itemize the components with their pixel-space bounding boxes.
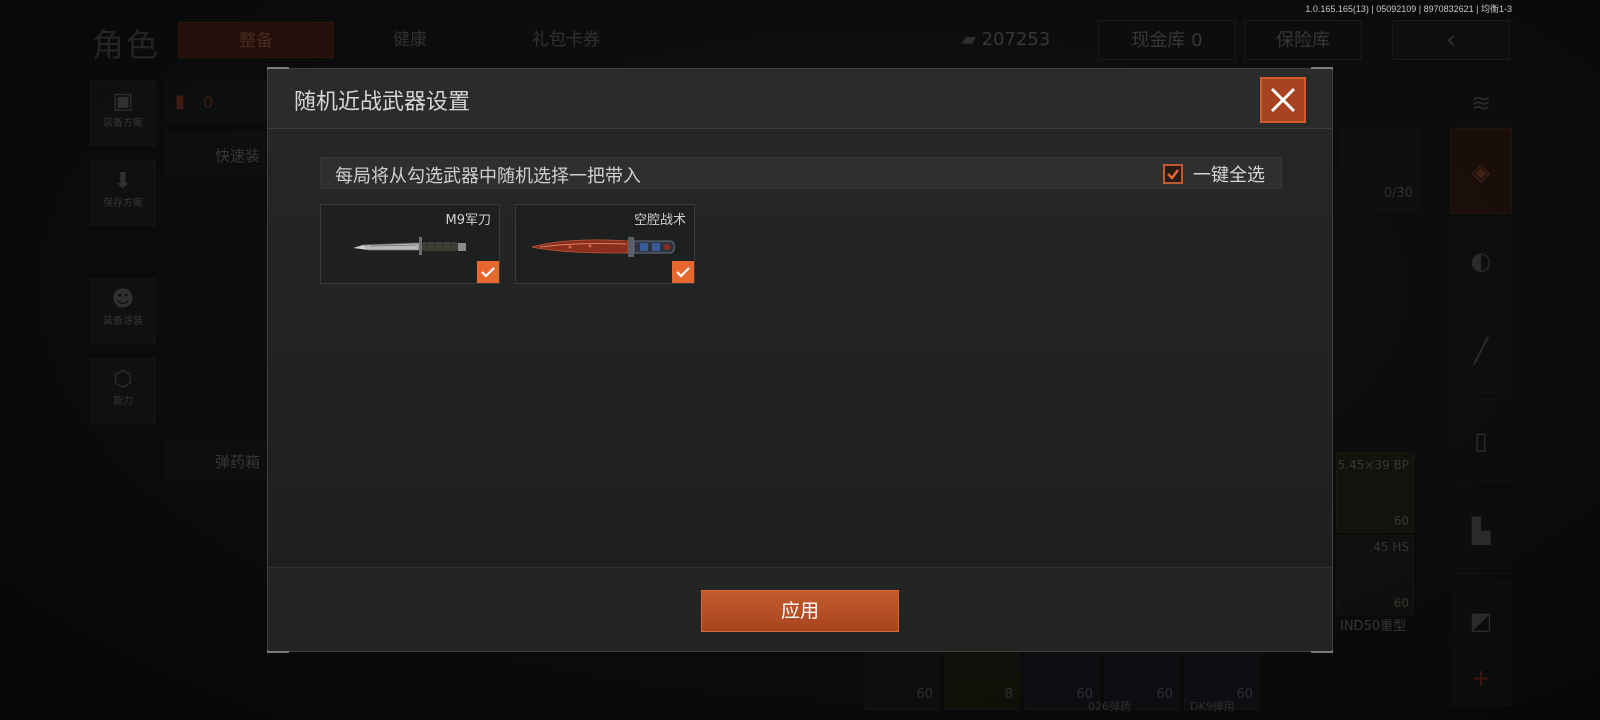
- select-all-checkbox[interactable]: [1163, 164, 1183, 184]
- weapon-checkbox[interactable]: [672, 261, 694, 283]
- select-all-label: 一键全选: [1193, 165, 1265, 186]
- checkmark-icon: [481, 267, 495, 278]
- dialog-title: 随机近战武器设置: [294, 90, 471, 115]
- checkmark-icon: [676, 267, 690, 278]
- close-button[interactable]: [1260, 77, 1306, 123]
- weapon-card-m9[interactable]: M9军刀: [320, 204, 500, 284]
- apply-button[interactable]: 应用: [701, 590, 899, 632]
- tactical-knife-icon: [531, 237, 675, 257]
- checkmark-icon: [1167, 169, 1179, 180]
- version-info: 1.0.165.165(13) | 05092109 | 8970832621 …: [1305, 4, 1512, 14]
- dialog-footer: 应用: [268, 567, 1332, 651]
- weapon-card-hollow-tactical[interactable]: 空腔战术: [515, 204, 695, 284]
- m9-knife-icon: [353, 237, 466, 255]
- dialog-header: 随机近战武器设置: [268, 69, 1332, 129]
- random-melee-dialog: 随机近战武器设置 每局将从勾选武器中随机选择一把带入 一键全选 M9军刀 空腔战…: [267, 67, 1333, 653]
- weapon-checkbox[interactable]: [477, 261, 499, 283]
- info-text: 每局将从勾选武器中随机选择一把带入: [335, 166, 641, 187]
- weapon-name: 空腔战术: [633, 213, 686, 228]
- close-icon: [1270, 87, 1296, 113]
- weapon-name: M9军刀: [445, 213, 492, 228]
- select-all-toggle[interactable]: 一键全选: [1163, 162, 1265, 186]
- info-bar: 每局将从勾选武器中随机选择一把带入 一键全选: [320, 157, 1282, 189]
